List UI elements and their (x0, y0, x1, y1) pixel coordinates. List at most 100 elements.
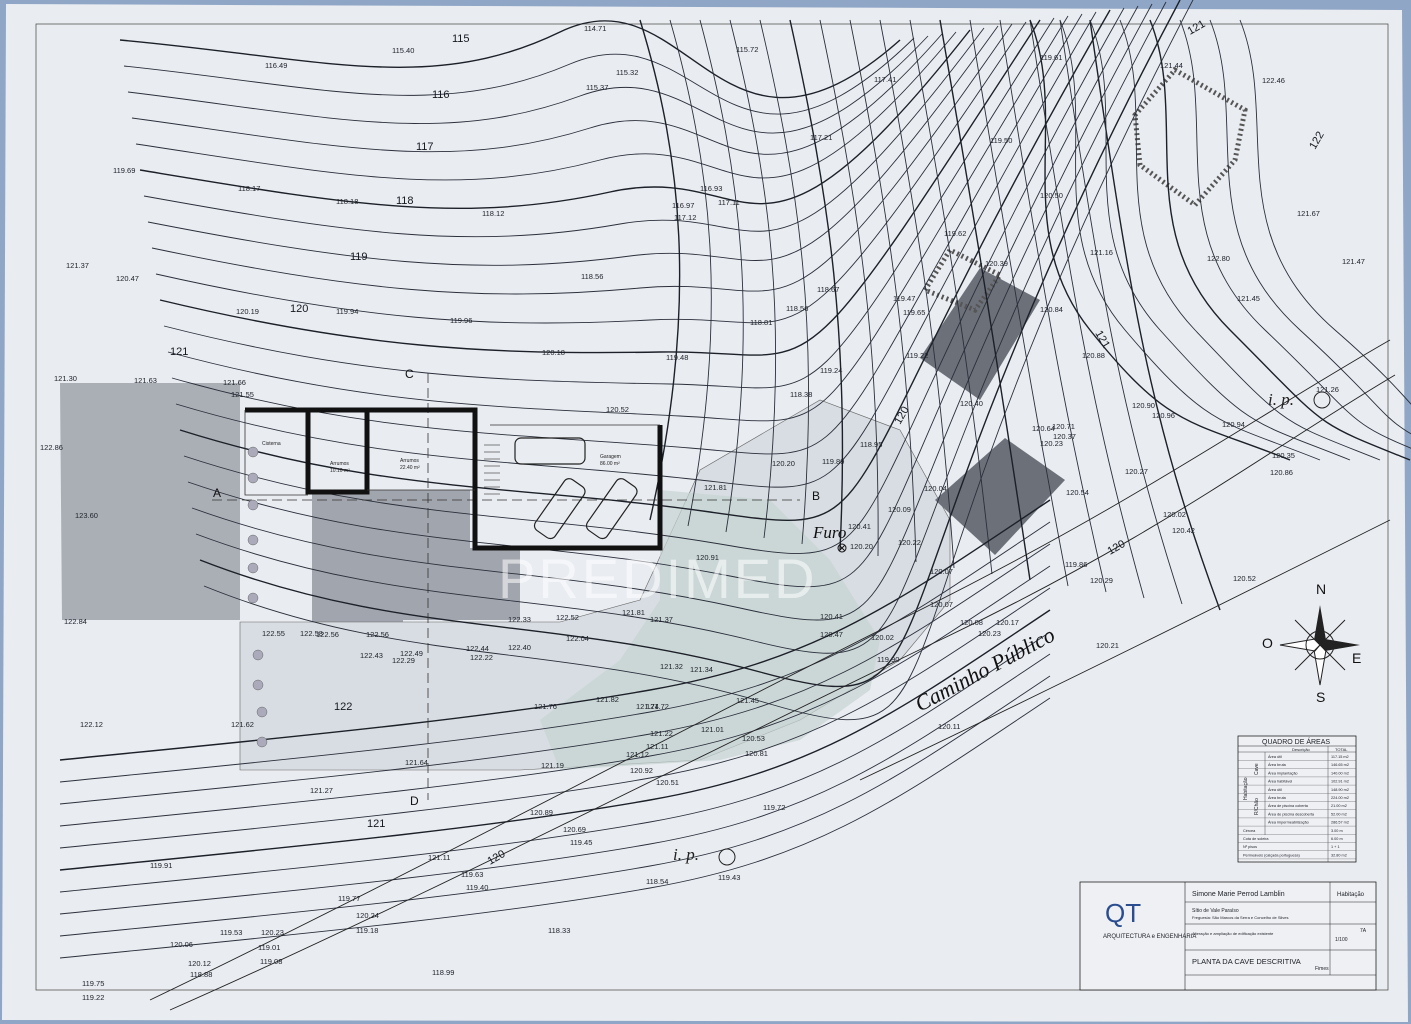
spot-elevation: 120.04 (924, 484, 947, 493)
areas-row-label: Cércea (1243, 829, 1256, 833)
spot-elevation: 121.55 (231, 390, 254, 399)
spot-elevation: 118.54 (646, 877, 668, 886)
spot-elevation: 115.32 (616, 68, 638, 77)
owner-name: Simone Marie Perrod Lamblin (1192, 891, 1285, 898)
areas-row-label: Cota de soleira (1243, 837, 1269, 841)
section-marker-c: C (405, 367, 414, 381)
spot-elevation: 120.21 (1096, 641, 1119, 650)
spot-elevation: 119.72 (763, 803, 785, 812)
spot-elevation: 120.64 (1032, 424, 1055, 433)
areas-row-value: 224.00 m2 (1331, 796, 1349, 800)
contour-label: 121 (367, 818, 385, 830)
spot-elevation: 121.01 (701, 725, 724, 734)
spot-elevation: 121.16 (1090, 248, 1113, 257)
spot-elevation: 120.08 (960, 618, 983, 627)
spot-elevation: 119.63 (461, 870, 483, 879)
spot-elevation: 121.19 (541, 761, 564, 770)
contour-label: 116 (432, 89, 450, 101)
ip-label-bottom: i. p. (673, 845, 699, 864)
areas-group-label: Habitação (1243, 777, 1249, 800)
spot-elevation: 119.77 (338, 894, 360, 903)
room-label-storage-2: Arrumos (400, 458, 419, 464)
spot-elevation: 118.38 (790, 390, 812, 399)
room-label-cistern: Cisterna (262, 441, 281, 447)
spot-elevation: 119.75 (82, 979, 104, 988)
contour-label: 122 (334, 701, 352, 713)
spot-elevation: 121.30 (54, 374, 77, 383)
spot-elevation: 120.84 (1040, 305, 1063, 314)
site-plan-drawing: Cisterna Arrumos 10.10 m² Arrumos 22.40 … (2, 0, 1411, 1022)
spot-elevation: 120.17 (996, 618, 1019, 627)
spot-elevation: 121.44 (1160, 61, 1183, 70)
spot-elevation: 120.81 (745, 749, 768, 758)
room-area-storage-2: 22.40 m² (400, 465, 420, 471)
spot-elevation: 120.18 (542, 348, 565, 357)
room-label-storage-1: Arrumos (330, 461, 349, 467)
spot-elevation: 120.22 (898, 538, 921, 547)
spot-elevation: 120.86 (1270, 468, 1293, 477)
areas-row-value: 3.00 m (1331, 829, 1343, 833)
spot-elevation: 114.71 (584, 24, 606, 33)
contour-label: 121 (170, 346, 188, 358)
spot-elevation: 122.12 (80, 720, 103, 729)
spot-elevation: 120.23 (978, 629, 1001, 638)
spot-elevation: 121.62 (231, 720, 254, 729)
contour-label: 120 (290, 303, 308, 315)
spot-elevation: 120.92 (630, 766, 653, 775)
areas-table: QUADRO DE ÁREAS Descrição TOTAL Habitaçã… (1237, 735, 1357, 863)
spot-elevation: 120.02 (871, 633, 894, 642)
site-parish: Freguesia: São Marcos da Serra e Concelh… (1192, 915, 1289, 920)
spot-elevation: 120.11 (938, 722, 960, 731)
spot-elevation: 121.27 (310, 786, 333, 795)
spot-elevation: 120.69 (563, 825, 586, 834)
spot-elevation: 123.60 (75, 511, 98, 520)
spot-elevation: 122.22 (470, 653, 493, 662)
spot-elevation: 120.41 (820, 612, 843, 621)
site-location: Sítio de Vale Paraíso (1192, 908, 1239, 914)
spot-elevation: 121.37 (650, 615, 673, 624)
spot-elevation: 120.07 (930, 600, 953, 609)
firm-name: ARQUITECTURA e ENGENHARIA (1103, 934, 1196, 940)
spot-elevation: 118.67 (817, 285, 839, 294)
spot-elevation: 119.48 (666, 353, 688, 362)
spot-elevation: 120.51 (656, 778, 679, 787)
spot-elevation: 120.23 (261, 928, 284, 937)
spot-elevation: 115.40 (392, 46, 414, 55)
spot-elevation: 120.20 (850, 542, 873, 551)
spot-elevation: 122.86 (40, 443, 63, 452)
spot-elevation: 115.37 (586, 83, 608, 92)
spot-elevation: 122.33 (508, 615, 531, 624)
spot-elevation: 120.41 (848, 522, 871, 531)
work-description: Alteração e ampliação de edificação exis… (1192, 931, 1274, 936)
spot-elevation: 121.81 (704, 483, 727, 492)
spot-elevation: 122.04 (566, 634, 589, 643)
areas-row-label: Permeáveis (calçada portuguesa) (1243, 853, 1301, 857)
spot-elevation: 117.12 (674, 213, 696, 222)
spot-elevation: 119.96 (450, 316, 472, 325)
room-area-storage-1: 10.10 m² (330, 468, 350, 474)
areas-header-total: TOTAL (1335, 747, 1348, 752)
sheet-number: 7A (1360, 928, 1367, 934)
spot-elevation: 121.37 (66, 261, 89, 270)
spot-elevation: 122.29 (392, 656, 415, 665)
spot-elevation: 121.22 (650, 729, 673, 738)
spot-elevation: 120.89 (530, 808, 553, 817)
spot-elevation: 119.50 (990, 136, 1012, 145)
areas-header-desc: Descrição (1292, 747, 1311, 752)
spot-elevation: 119.62 (944, 229, 966, 238)
drawing-phase: Fimes (1315, 966, 1329, 972)
spot-elevation: 120.54 (1066, 488, 1089, 497)
spot-elevation: 122.56 (316, 630, 339, 639)
spot-elevation: 118.56 (581, 272, 603, 281)
spot-elevation: 120.39 (985, 259, 1008, 268)
spot-elevation: 121.32 (660, 662, 683, 671)
spot-elevation: 120.47 (820, 630, 843, 639)
spot-elevation: 119.86 (1065, 560, 1087, 569)
areas-row-label: Nº pisos (1243, 845, 1257, 849)
areas-row-value: 140.00 m2 (1331, 771, 1349, 775)
compass-s: S (1316, 689, 1325, 705)
spot-elevation: 120.88 (1082, 351, 1105, 360)
spot-elevation: 118.95 (860, 440, 882, 449)
compass-e: E (1352, 650, 1361, 666)
spot-elevation: 121.11 (428, 853, 450, 862)
